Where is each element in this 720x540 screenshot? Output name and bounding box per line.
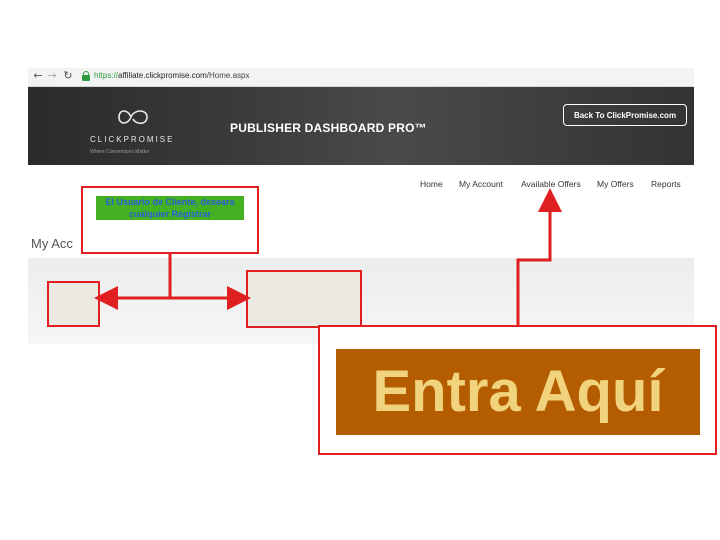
arrow-to-available-offers xyxy=(516,188,562,325)
callout-text: El Usuario de Cliente, deseara cualquier… xyxy=(96,196,244,220)
callout-box: El Usuario de Cliente, deseara cualquier… xyxy=(81,186,259,254)
entry-label: Entra Aquí xyxy=(336,349,700,435)
annotation-arrows xyxy=(94,188,562,325)
arrow-to-left-box xyxy=(94,254,172,310)
entry-callout-frame: Entra Aquí xyxy=(318,325,717,455)
